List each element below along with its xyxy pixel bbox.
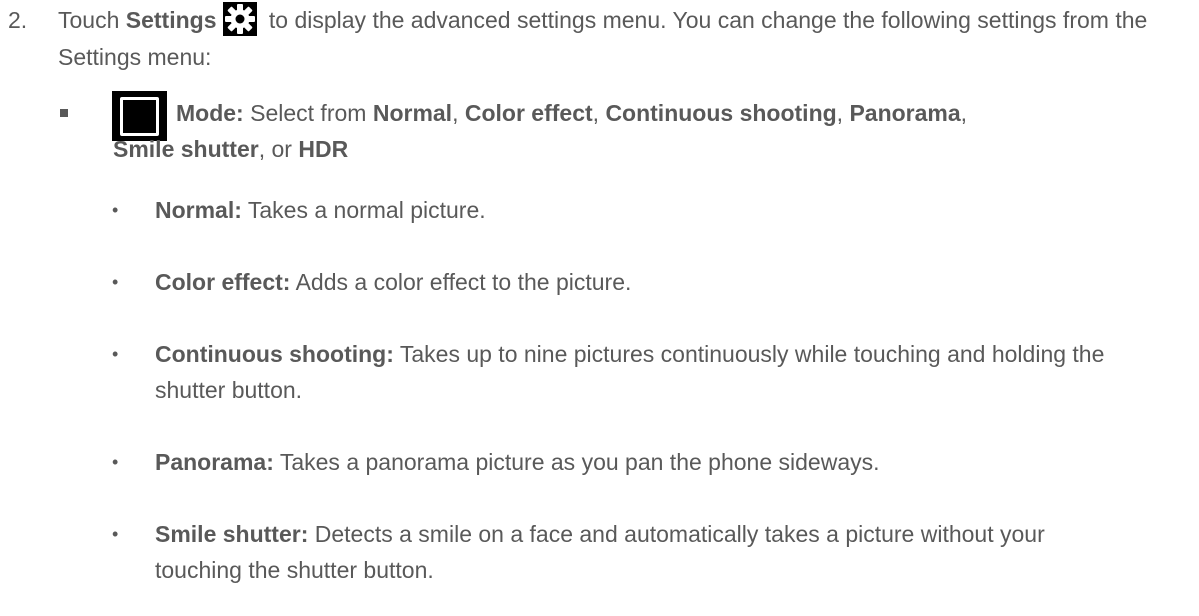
step-number: 2.: [8, 7, 28, 33]
list-item-text: Normal: Takes a normal picture.: [155, 192, 1115, 228]
separator: ,: [452, 100, 465, 126]
mode-label: Mode:: [176, 100, 244, 126]
square-bullet: [60, 109, 68, 117]
list-item-text: Color effect: Adds a color effect to the…: [155, 264, 1115, 300]
term: Smile shutter:: [155, 521, 309, 547]
separator: ,: [836, 100, 850, 126]
step-text-suffix: to display the advanced settings menu. Y…: [58, 7, 1148, 70]
term: Panorama:: [155, 449, 274, 475]
separator: , or: [258, 136, 299, 162]
option-normal: Normal: [372, 100, 453, 126]
step-text-prefix: Touch: [58, 7, 126, 33]
separator: ,: [592, 100, 606, 126]
option-color-effect: Color effect: [464, 100, 593, 126]
list-item-text: Smile shutter: Detects a smile on a face…: [155, 516, 1115, 588]
description: Takes a panorama picture as you pan the …: [273, 449, 880, 475]
mode-text-line2: Smile shutter, or HDR: [113, 131, 348, 167]
list-item-text: Continuous shooting: Takes up to nine pi…: [155, 336, 1115, 408]
list-item-text: Panorama: Takes a panorama picture as yo…: [155, 444, 1115, 480]
step-text: Touch Settings to display the advanced s…: [58, 1, 1178, 75]
bullet: •: [112, 272, 119, 292]
option-continuous-shooting: Continuous shooting: [605, 100, 837, 126]
separator: ,: [960, 100, 968, 126]
term: Continuous shooting:: [155, 341, 394, 367]
mode-text: Mode: Select from Normal, Color effect, …: [176, 95, 1191, 131]
bullet: •: [112, 452, 119, 472]
bullet: •: [112, 200, 119, 220]
settings-label: Settings: [125, 7, 217, 33]
gear-icon: [222, 1, 257, 36]
term: Color effect:: [155, 269, 291, 295]
description: Adds a color effect to the picture.: [290, 269, 632, 295]
mode-intro: Select from: [243, 100, 373, 126]
bullet: •: [112, 344, 119, 364]
option-panorama: Panorama: [849, 100, 961, 126]
description: Takes a normal picture.: [241, 197, 486, 223]
option-hdr: HDR: [298, 136, 349, 162]
option-smile-shutter: Smile shutter: [113, 136, 259, 162]
bullet: •: [112, 524, 119, 544]
term: Normal:: [155, 197, 242, 223]
